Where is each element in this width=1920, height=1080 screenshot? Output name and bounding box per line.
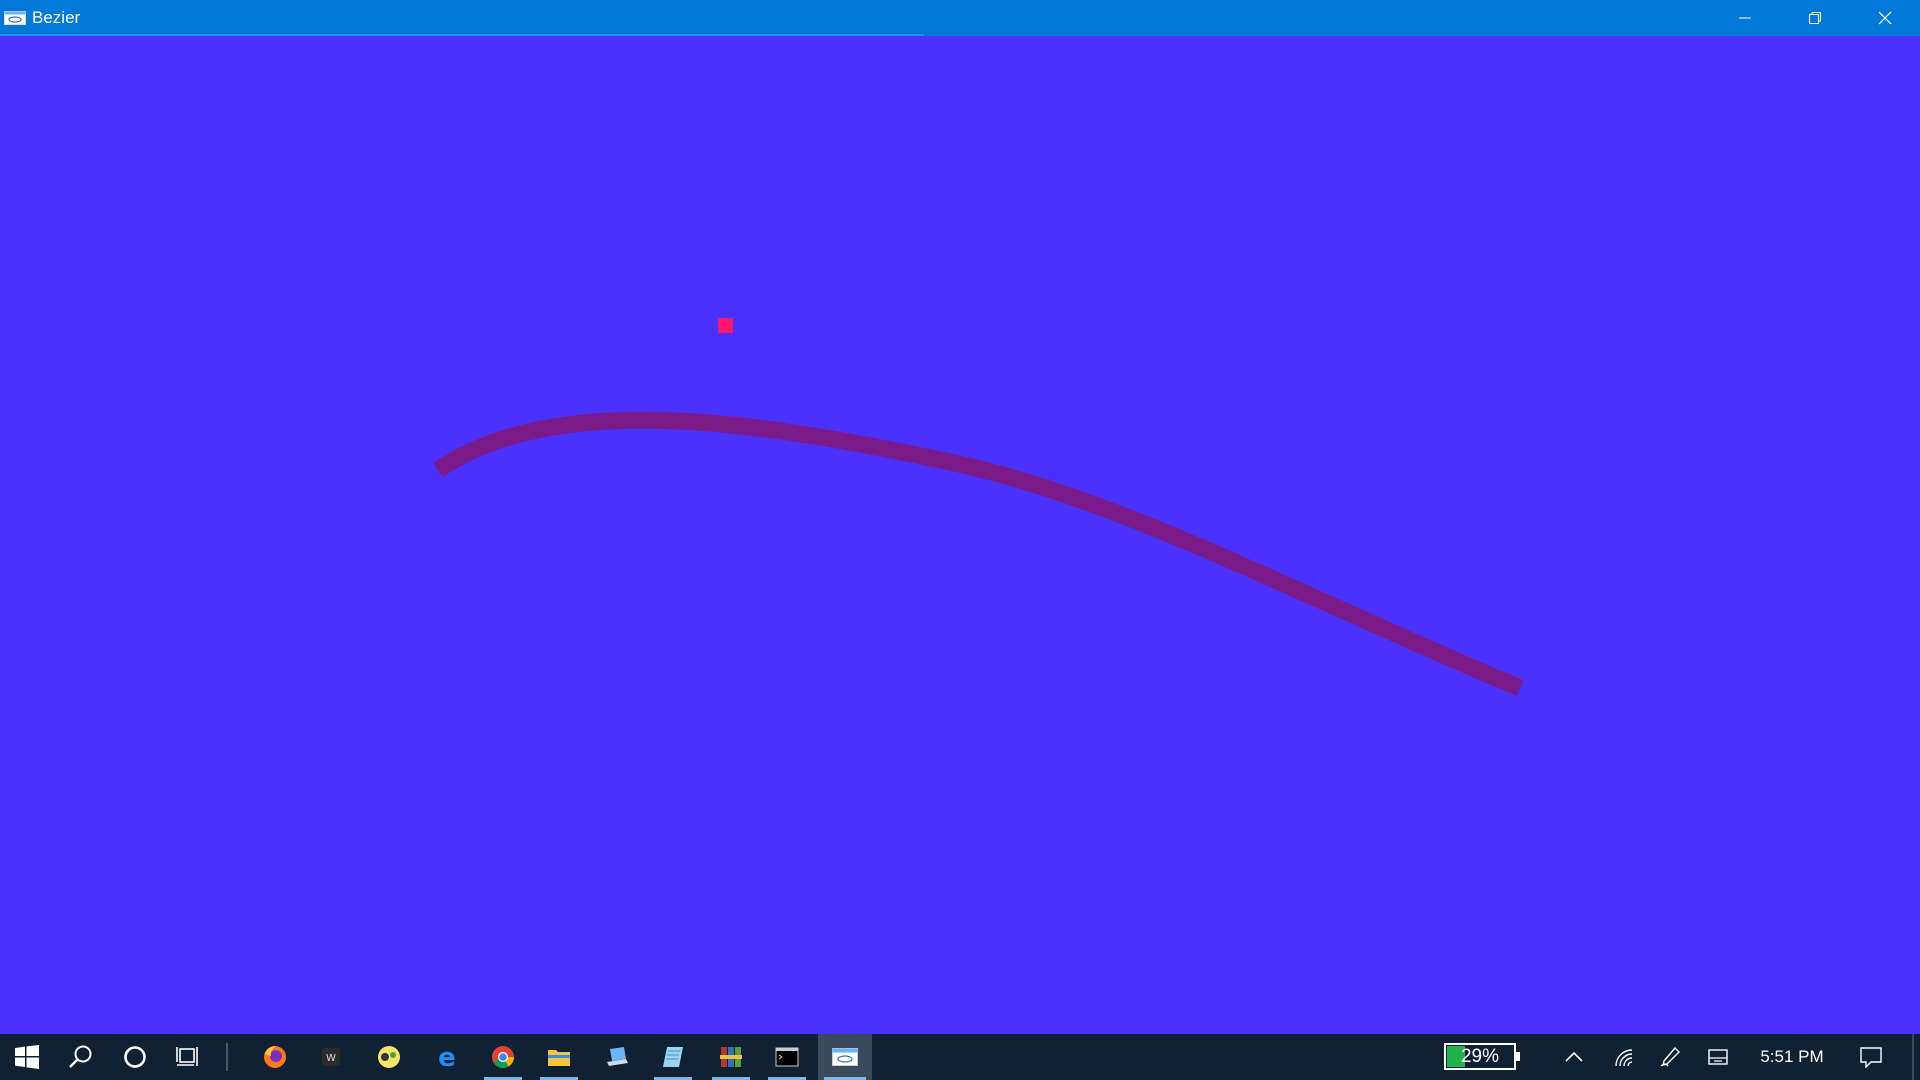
taskbar-app-generic[interactable]: W xyxy=(306,1034,356,1080)
minimize-button[interactable] xyxy=(1710,0,1780,36)
action-center-button[interactable] xyxy=(1846,1034,1896,1080)
show-desktop-button[interactable] xyxy=(1912,1034,1914,1080)
show-hidden-icons-icon xyxy=(1565,1051,1583,1062)
battery-percentage: 29% xyxy=(1460,1045,1500,1067)
clock-time: 5:51 PM xyxy=(1760,1047,1824,1066)
restore-button[interactable] xyxy=(1780,0,1850,36)
search-button[interactable] xyxy=(54,1034,108,1080)
control-point[interactable] xyxy=(718,318,733,333)
taskbar-app-firefox[interactable] xyxy=(250,1034,300,1080)
edge-icon: e xyxy=(438,1044,456,1070)
taskbar-app-winrar[interactable] xyxy=(706,1034,756,1080)
show-hidden-icons-button[interactable] xyxy=(1550,1034,1598,1080)
title-bar[interactable]: Bezier xyxy=(0,0,1920,36)
search-icon xyxy=(69,1045,92,1068)
clock[interactable]: 5:51 PM xyxy=(1748,1034,1836,1080)
taskbar-app-laptop[interactable] xyxy=(592,1034,642,1080)
close-button[interactable] xyxy=(1850,0,1920,36)
winrar-icon xyxy=(720,1047,742,1067)
touch-keyboard-button[interactable] xyxy=(1694,1034,1742,1080)
svg-text:W: W xyxy=(326,1053,336,1064)
bezier-curve xyxy=(433,411,1524,696)
wifi-icon xyxy=(1615,1049,1633,1067)
app-icon: W xyxy=(322,1048,340,1066)
taskbar-app-notepad[interactable] xyxy=(648,1034,698,1080)
wifi-button[interactable] xyxy=(1600,1034,1648,1080)
terminal-icon xyxy=(775,1047,799,1067)
restore-icon xyxy=(1809,12,1821,24)
minimize-icon xyxy=(1739,17,1751,19)
bezier-canvas[interactable] xyxy=(0,36,1920,1034)
keyboard-icon xyxy=(1708,1049,1728,1065)
taskbar-app-edge[interactable]: e xyxy=(422,1034,472,1080)
firefox-icon xyxy=(264,1046,286,1068)
windows-start-icon xyxy=(15,1045,39,1069)
pen-workspace-button[interactable] xyxy=(1646,1034,1694,1080)
taskbar-app-chrome[interactable] xyxy=(478,1034,528,1080)
snipping-icon xyxy=(378,1046,400,1068)
close-icon xyxy=(1878,11,1892,25)
task-view-icon xyxy=(176,1047,198,1066)
notepad-icon xyxy=(663,1047,683,1067)
svg-text:e: e xyxy=(438,1044,456,1070)
task-view-button[interactable] xyxy=(162,1034,216,1080)
taskbar-app-snipping[interactable] xyxy=(364,1034,414,1080)
laptop-icon xyxy=(607,1047,628,1066)
taskbar-separator xyxy=(226,1043,228,1071)
file-explorer-icon xyxy=(548,1050,570,1066)
battery-cap xyxy=(1516,1052,1520,1061)
notification-icon xyxy=(1860,1047,1882,1068)
pen-icon xyxy=(1660,1046,1680,1067)
battery-indicator[interactable]: 29% xyxy=(1444,1043,1520,1070)
bezier-app-icon xyxy=(832,1048,858,1066)
chrome-icon xyxy=(492,1046,514,1068)
taskbar-app-terminal[interactable] xyxy=(762,1034,812,1080)
cortana-button[interactable] xyxy=(108,1034,162,1080)
app-window-icon xyxy=(4,11,26,25)
taskbar: W e 29% 5:51 PM xyxy=(0,1034,1920,1080)
cortana-icon xyxy=(124,1046,146,1068)
window-title: Bezier xyxy=(32,8,81,27)
taskbar-app-file-explorer[interactable] xyxy=(534,1034,584,1080)
taskbar-app-bezier[interactable] xyxy=(818,1034,872,1080)
start-button[interactable] xyxy=(0,1034,54,1080)
